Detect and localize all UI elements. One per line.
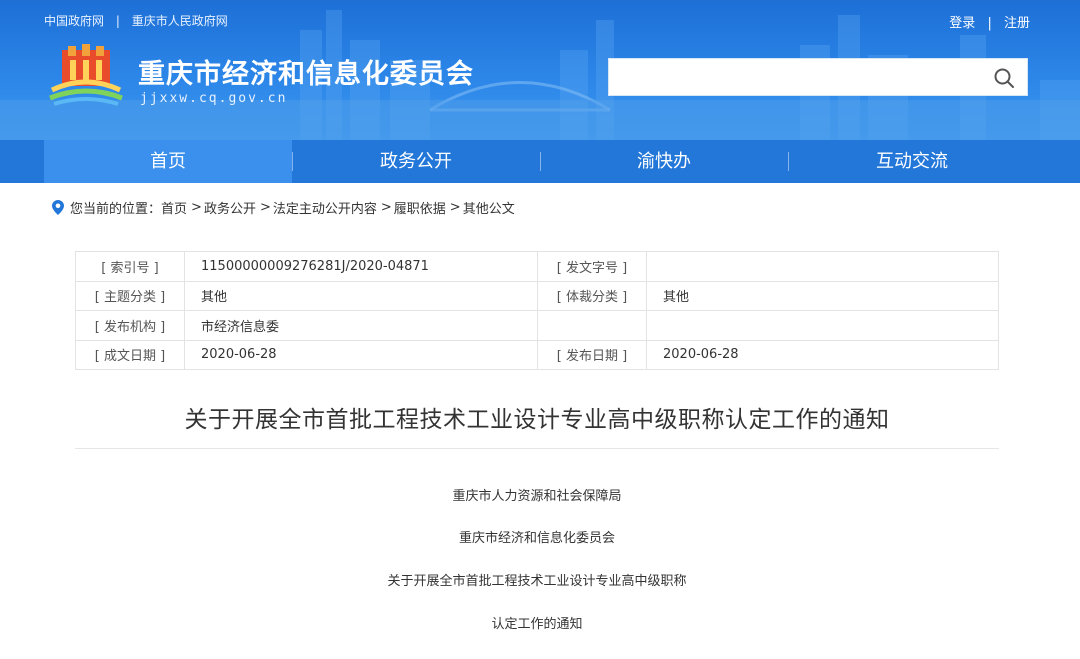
topic-category-label: [ 主题分类 ] — [75, 280, 185, 311]
title-divider — [75, 448, 999, 449]
breadcrumb-item-duty-basis[interactable]: 履职依据 — [394, 198, 446, 217]
table-row: [ 主题分类 ] 其他 [ 体裁分类 ] 其他 — [75, 280, 999, 311]
publish-date-value: 2020-06-28 — [646, 339, 999, 370]
breadcrumb-item-other-docs[interactable]: 其他公文 — [463, 198, 515, 217]
site-header: 中国政府网 | 重庆市人民政府网 登录 | 注册 重庆市经济和信息化委员会 jj… — [0, 0, 1080, 140]
nav-gov-affairs[interactable]: 政务公开 — [292, 140, 540, 183]
index-number-value: 11500000009276281J/2020-04871 — [184, 251, 538, 282]
empty-value — [646, 310, 999, 341]
publish-date-label: [ 发布日期 ] — [537, 339, 647, 370]
breadcrumb-separator: > — [380, 200, 392, 215]
main-nav: 首页 政务公开 渝快办 互动交流 — [0, 140, 1080, 183]
location-pin-icon — [52, 200, 64, 215]
article-line-4: 认定工作的通知 — [491, 617, 583, 632]
publisher-value: 市经济信息委 — [184, 310, 538, 341]
genre-category-value: 其他 — [646, 280, 999, 311]
article-title: 关于开展全市首批工程技术工业设计专业高中级职称认定工作的通知 — [184, 407, 890, 433]
empty-label — [537, 310, 647, 341]
article-line-2: 重庆市经济和信息化委员会 — [458, 531, 615, 546]
breadcrumb-prefix: 您当前的位置： — [70, 202, 162, 217]
table-row: [ 成文日期 ] 2020-06-28 [ 发布日期 ] 2020-06-28 — [75, 339, 999, 370]
article-line-1: 重庆市人力资源和社会保障局 — [452, 489, 622, 504]
genre-category-label: [ 体裁分类 ] — [537, 280, 647, 311]
breadcrumb-separator: > — [191, 200, 202, 215]
link-cq-gov[interactable]: 重庆市人民政府网 — [132, 14, 228, 28]
breadcrumb-separator: > — [449, 200, 461, 215]
document-number-label: [ 发文字号 ] — [537, 251, 647, 282]
breadcrumb-item-gov-affairs[interactable]: 政务公开 — [204, 198, 256, 217]
breadcrumb-separator: > — [259, 200, 271, 215]
top-links: 中国政府网 | 重庆市人民政府网 — [44, 12, 228, 29]
login-link[interactable]: 登录 — [949, 16, 975, 31]
separator: | — [115, 14, 120, 28]
article-line-3: 关于开展全市首批工程技术工业设计专业高中级职称 — [387, 574, 687, 589]
breadcrumb-item-home[interactable]: 首页 — [161, 198, 187, 217]
breadcrumb: 您当前的位置： 首页 > 政务公开 > 法定主动公开内容 > 履职依据 > 其他… — [52, 198, 515, 217]
site-title: 重庆市经济和信息化委员会 — [138, 59, 474, 90]
search-icon[interactable] — [993, 67, 1015, 89]
link-gov-cn[interactable]: 中国政府网 — [44, 14, 104, 28]
written-date-label: [ 成文日期 ] — [75, 339, 185, 370]
table-row: [ 索引号 ] 11500000009276281J/2020-04871 [ … — [75, 251, 999, 282]
written-date-value: 2020-06-28 — [184, 339, 538, 370]
site-domain: jjxxw.cq.gov.cn — [140, 91, 288, 106]
breadcrumb-item-public-content[interactable]: 法定主动公开内容 — [273, 198, 377, 217]
user-links: 登录 | 注册 — [949, 12, 1030, 31]
nav-home[interactable]: 首页 — [44, 140, 292, 183]
document-info-table: [ 索引号 ] 11500000009276281J/2020-04871 [ … — [75, 251, 999, 370]
document-number-value — [646, 251, 999, 282]
topic-category-value: 其他 — [184, 280, 538, 311]
register-link[interactable]: 注册 — [1004, 16, 1030, 31]
nav-yukuaiban[interactable]: 渝快办 — [540, 140, 788, 183]
separator: | — [987, 16, 992, 31]
index-number-label: [ 索引号 ] — [75, 251, 185, 282]
site-logo[interactable] — [48, 44, 124, 106]
search-box — [608, 58, 1028, 96]
table-row: [ 发布机构 ] 市经济信息委 — [75, 310, 999, 341]
publisher-label: [ 发布机构 ] — [75, 310, 185, 341]
nav-interaction[interactable]: 互动交流 — [788, 140, 1036, 183]
search-input[interactable] — [609, 59, 979, 95]
